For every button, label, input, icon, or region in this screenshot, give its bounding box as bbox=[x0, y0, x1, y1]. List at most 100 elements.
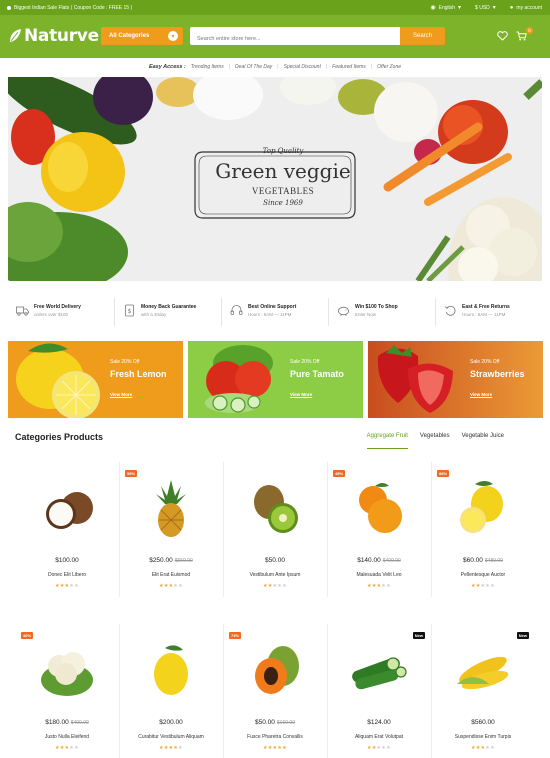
price-old: $550.00 bbox=[174, 558, 193, 564]
headset-icon bbox=[230, 305, 243, 315]
product-name[interactable]: Vestibulum Ante Ipsum bbox=[223, 572, 327, 578]
chevron-down-icon: ▾ bbox=[458, 5, 462, 11]
rating-stars: ★★★★★ bbox=[471, 583, 495, 589]
rating-stars: ★★★★★ bbox=[471, 745, 495, 751]
cucumber-image bbox=[352, 657, 407, 690]
discount-badge: 40% bbox=[21, 632, 34, 639]
easy-access-label: Easy Access : bbox=[148, 64, 186, 70]
orange-image bbox=[359, 483, 402, 533]
search-box bbox=[190, 27, 400, 48]
easy-link-special[interactable]: Special Discount bbox=[284, 64, 321, 70]
product-price: $560.00 bbox=[431, 719, 535, 726]
product-card[interactable]: $100.00 Donec Elit Libero ★★★★★ bbox=[15, 462, 119, 602]
hero-title: Green veggie bbox=[215, 159, 351, 183]
discount-badge: 73% bbox=[229, 632, 242, 639]
heart-icon[interactable] bbox=[497, 31, 508, 41]
language-select[interactable]: ◉ English ▾ bbox=[430, 5, 461, 11]
header: Naturve All Categories ▾ Search 0 bbox=[0, 15, 550, 58]
feature-money-back: $ Money Back Guarantee with a 30day bbox=[114, 298, 221, 326]
product-card[interactable]: $200.00 Curabitur Vestibulum Aliquam ★★★… bbox=[119, 624, 223, 758]
product-name[interactable]: Justo Nulla Eleifend bbox=[15, 734, 119, 740]
banner-view-more-link[interactable]: View More bbox=[470, 392, 492, 397]
rating-stars: ★★★★★ bbox=[159, 745, 183, 751]
banner-title: Strawberries bbox=[470, 369, 525, 379]
rating-stars: ★★★★★ bbox=[367, 745, 391, 751]
price-current: $560.00 bbox=[471, 719, 495, 726]
price-current: $100.00 bbox=[55, 557, 79, 564]
hero-banner[interactable]: Top Quality Green veggie VEGETABLES Sinc… bbox=[8, 77, 542, 281]
tomato-image bbox=[188, 341, 363, 418]
coconut-image bbox=[46, 492, 93, 529]
pineapple-image bbox=[156, 480, 186, 537]
rating-stars: ★★★★★ bbox=[55, 745, 79, 751]
logo-text: Naturve bbox=[24, 26, 99, 46]
product-name[interactable]: Fusce Pharetra Convallis bbox=[223, 734, 327, 740]
discount-badge: 88% bbox=[437, 470, 450, 477]
product-name[interactable]: Aliquam Erat Volutpat bbox=[327, 734, 431, 740]
divider: | bbox=[277, 64, 279, 70]
feature-title: Best Online Support bbox=[248, 304, 297, 310]
easy-link-trending[interactable]: Trending Items bbox=[191, 64, 224, 70]
search-button[interactable]: Search bbox=[400, 27, 445, 45]
product-card[interactable]: 73% $50.00 $160.00 Fusce Pharetra Convall… bbox=[223, 624, 327, 758]
divider: | bbox=[228, 64, 231, 70]
banner-sale-text: Sale 20% Off bbox=[290, 359, 320, 365]
easy-link-offer[interactable]: Offer Zone bbox=[377, 64, 401, 70]
new-badge: New bbox=[516, 632, 529, 639]
tab-aggregate-fruit[interactable]: Aggregate Fruit bbox=[366, 433, 408, 449]
banner-view-more-link[interactable]: View More bbox=[110, 392, 132, 397]
category-select-label: All Categories bbox=[109, 33, 150, 39]
product-card[interactable]: 88% $60.00 $480.00 Pellentesque Auctor ★★… bbox=[431, 462, 535, 602]
product-price: $140.00 $400.00 bbox=[327, 557, 431, 564]
category-select[interactable]: All Categories ▾ bbox=[101, 27, 183, 45]
product-card[interactable]: New $560.00 Suspendisse Enim Turpis ★★★★… bbox=[431, 624, 535, 758]
category-tabs: Aggregate Fruit Vegetables Vegetable Jui… bbox=[366, 433, 504, 449]
banner-pure-tamato[interactable]: Sale 20% Off Pure Tamato View More bbox=[188, 341, 363, 418]
strawberry-image bbox=[368, 341, 543, 418]
return-icon bbox=[444, 305, 456, 316]
banner-view-more-link[interactable]: View More bbox=[290, 392, 312, 397]
product-price: $60.00 $480.00 bbox=[431, 557, 535, 564]
product-card[interactable]: $50.00 Vestibulum Ante Ipsum ★★★★★ bbox=[223, 462, 327, 602]
feature-returns: East & Free Returns Hours : 8AM — 11PM bbox=[435, 298, 542, 326]
product-name[interactable]: Curabitur Vestibulum Aliquam bbox=[119, 734, 223, 740]
currency-select[interactable]: $ USD ▾ bbox=[475, 5, 496, 11]
price-current: $140.00 bbox=[357, 557, 381, 564]
account-link[interactable]: ● my account bbox=[510, 5, 542, 11]
product-card[interactable]: 40% $180.00 $490.00 Justo Nulla Eleifend … bbox=[15, 624, 119, 758]
product-price: $50.00 $160.00 bbox=[223, 719, 327, 726]
cart-icon[interactable] bbox=[516, 31, 527, 41]
product-name[interactable]: Elit Erat Euismod bbox=[119, 572, 223, 578]
product-card[interactable]: 45% $140.00 $400.00 Malesuada Velit Leo ★… bbox=[327, 462, 431, 602]
banner-strawberries[interactable]: Sale 20% Off Strawberries View More bbox=[368, 341, 543, 418]
product-name[interactable]: Malesuada Velit Leo bbox=[327, 572, 431, 578]
product-card[interactable]: New $124.00 Aliquam Erat Volutpat ★★★★★ bbox=[327, 624, 431, 758]
product-name[interactable]: Suspendisse Enim Turpis bbox=[431, 734, 535, 740]
search-input[interactable] bbox=[190, 30, 400, 48]
banner-fresh-lemon[interactable]: Sale 20% Off Fresh Lemon View More bbox=[8, 341, 183, 418]
easy-access-bar: Easy Access : Trending Items | Deal Of Th… bbox=[0, 58, 550, 76]
rating-stars: ★★★★★ bbox=[263, 745, 287, 751]
features-bar: Free World Delivery orders over $100 $ M… bbox=[8, 298, 542, 326]
corn-image bbox=[457, 656, 509, 690]
logo[interactable]: Naturve bbox=[8, 26, 99, 46]
easy-link-deal[interactable]: Deal Of The Day bbox=[235, 64, 272, 70]
lemon-image bbox=[154, 645, 188, 695]
product-name[interactable]: Donec Elit Libero bbox=[15, 572, 119, 578]
feature-title: Money Back Guarantee bbox=[141, 304, 197, 310]
price-current: $250.00 bbox=[149, 557, 173, 564]
product-card[interactable]: 55% $250.00 $550.00 Elit Erat Euismod ★★★… bbox=[119, 462, 223, 602]
price-current: $60.00 bbox=[463, 557, 483, 564]
piggy-bank-icon bbox=[338, 306, 349, 316]
cart-count-badge: 0 bbox=[526, 27, 533, 34]
money-icon: $ bbox=[125, 304, 134, 317]
rating-stars: ★★★★★ bbox=[263, 583, 287, 589]
banner-sale-text: Sale 20% Off bbox=[110, 359, 140, 365]
easy-link-featured[interactable]: Featured Items bbox=[332, 64, 366, 70]
tab-vegetables[interactable]: Vegetables bbox=[420, 433, 450, 449]
tab-vegetable-juice[interactable]: Vegetable Juice bbox=[462, 433, 504, 449]
feature-support: Best Online Support Hours : 8AM — 11PM bbox=[221, 298, 328, 326]
product-name[interactable]: Pellentesque Auctor bbox=[431, 572, 535, 578]
feature-subtitle: Enter Now bbox=[355, 312, 377, 317]
banner-title: Fresh Lemon bbox=[110, 369, 167, 379]
